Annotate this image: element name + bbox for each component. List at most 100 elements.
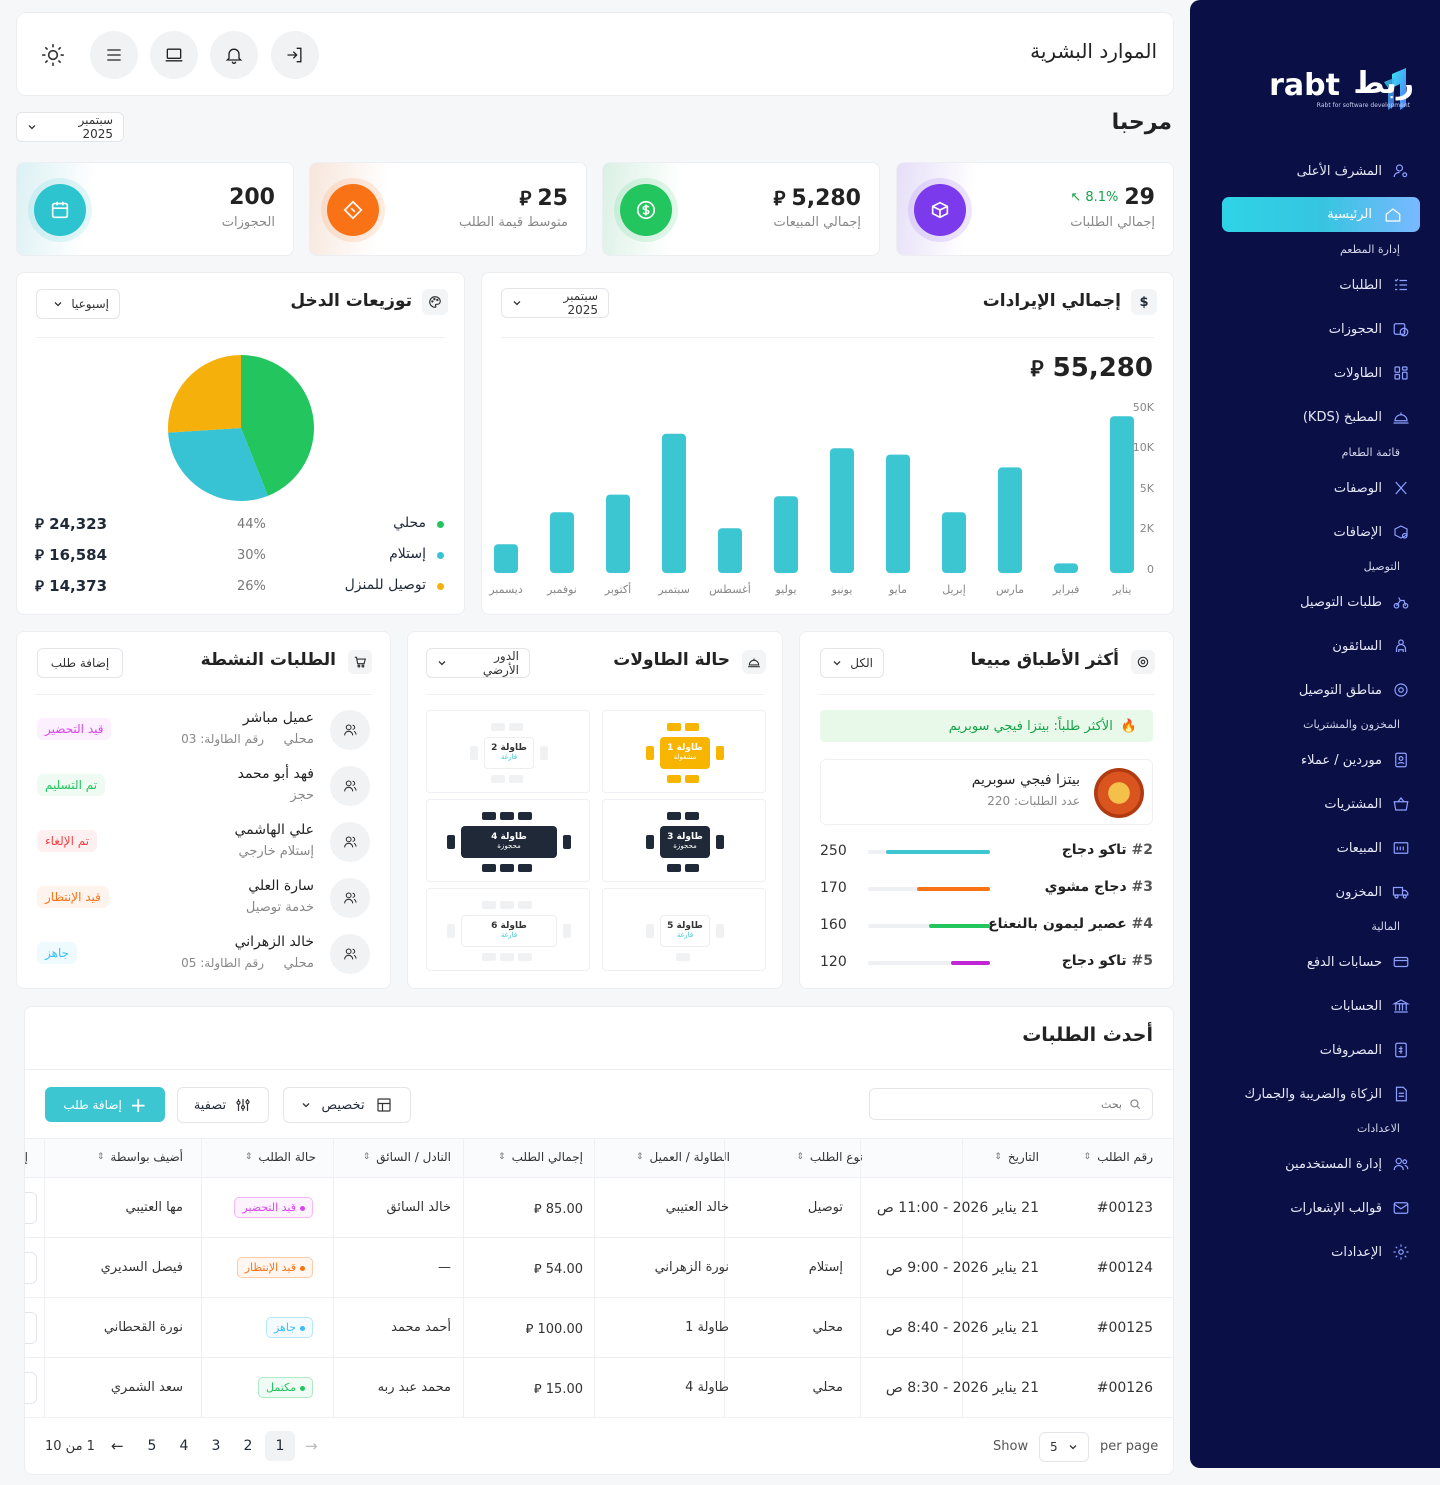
active-order-row[interactable]: خالد الزهراني محلي رقم الطاولة: 05 جاهز bbox=[17, 934, 390, 982]
next-page-arrow-icon[interactable]: → bbox=[305, 1437, 318, 1455]
page-button[interactable]: 4 bbox=[169, 1431, 199, 1461]
column-header[interactable]: النادل / السائق ⇕ bbox=[363, 1150, 451, 1164]
sidebar-item-home[interactable]: الرئيسية bbox=[1222, 197, 1420, 232]
sidebar-item[interactable]: الإعدادات bbox=[1214, 1240, 1410, 1264]
active-order-row[interactable]: علي الهاشمي إستلام خارجي تم الإلغاء bbox=[17, 822, 390, 870]
dish-title: دجاج مشوي bbox=[1044, 879, 1127, 895]
row-action-button[interactable] bbox=[25, 1372, 37, 1404]
sidebar-item-label: الطلبات bbox=[1339, 277, 1382, 293]
theme-toggle-button[interactable] bbox=[29, 31, 77, 79]
search-field[interactable] bbox=[869, 1088, 1153, 1120]
table-cell[interactable]: طاولة 2 فارغة bbox=[426, 710, 590, 793]
sidebar-item[interactable]: موردين / عملاء bbox=[1214, 748, 1410, 772]
sidebar-item[interactable]: المخزون bbox=[1214, 880, 1410, 904]
customize-button[interactable]: تخصيص bbox=[283, 1087, 411, 1123]
column-header[interactable]: التاريخ ⇕ bbox=[994, 1150, 1039, 1164]
sidebar-item[interactable]: المشرف الأعلى bbox=[1214, 159, 1410, 183]
row-action-button[interactable] bbox=[25, 1312, 37, 1344]
sidebar-item[interactable]: المصروفات bbox=[1214, 1038, 1410, 1062]
filter-button[interactable]: تصفية bbox=[177, 1087, 269, 1123]
active-order-row[interactable]: عميل مباشر محلي رقم الطاولة: 03 قيد التحضير bbox=[17, 710, 390, 758]
row-action-button[interactable] bbox=[25, 1252, 37, 1284]
active-order-row[interactable]: سارة العلي خدمة توصيل قيد الإنتظار bbox=[17, 878, 390, 926]
welcome-month-select[interactable]: سبتمبر 2025 bbox=[16, 112, 124, 142]
sidebar-item[interactable]: الطاولات bbox=[1214, 361, 1410, 385]
logo-tagline: Rabt for software development bbox=[1316, 102, 1410, 109]
order-total: ⃁ 100.00 bbox=[526, 1320, 583, 1337]
column-header[interactable]: حالة الطلب ⇕ bbox=[245, 1150, 316, 1164]
y-tick-label: 10K bbox=[1133, 441, 1155, 454]
sidebar-item[interactable]: قوالب الإشعارات bbox=[1214, 1196, 1410, 1220]
sidebar-item[interactable]: إدارة المستخدمين bbox=[1214, 1152, 1410, 1176]
sidebar-item[interactable]: الحجوزات bbox=[1214, 317, 1410, 341]
floor-select[interactable]: الدور الأرضي bbox=[426, 648, 530, 678]
logout-button[interactable] bbox=[271, 31, 319, 79]
document-icon bbox=[1392, 1085, 1410, 1103]
legend-label: توصيل للمنزل bbox=[344, 577, 426, 593]
bar bbox=[830, 448, 854, 573]
rabt-logo[interactable]: rabt ربط Rabt for software development bbox=[1244, 62, 1414, 116]
table-cell[interactable]: طاولة 5 فارغة bbox=[602, 888, 766, 971]
column-header[interactable]: الطاولة / العميل ⇕ bbox=[636, 1150, 730, 1164]
table-cell[interactable]: طاولة 4 محجوزة bbox=[426, 799, 590, 882]
page-button[interactable]: 5 bbox=[137, 1431, 167, 1461]
sidebar-item[interactable]: الوصفات bbox=[1214, 476, 1410, 500]
search-input[interactable] bbox=[902, 1097, 1122, 1111]
notifications-button[interactable] bbox=[210, 31, 258, 79]
order-total-value: 100.00 bbox=[537, 1322, 584, 1337]
add-order-button[interactable]: إضافة طلب bbox=[37, 648, 123, 678]
active-order-row[interactable]: فهد أبو محمد حجز تم التسليم bbox=[17, 766, 390, 814]
column-header[interactable]: رقم الطلب ⇕ bbox=[1084, 1150, 1153, 1164]
prev-page-arrow-icon[interactable]: ← bbox=[111, 1437, 124, 1455]
sidebar-item[interactable]: السائقون bbox=[1214, 634, 1410, 658]
order-customer-name: علي الهاشمي bbox=[234, 822, 314, 838]
chair bbox=[500, 900, 514, 909]
page-button[interactable]: 2 bbox=[233, 1431, 263, 1461]
status-badge: قيد التحضير bbox=[234, 1197, 313, 1218]
sidebar-item[interactable]: المطبخ (KDS) bbox=[1214, 405, 1410, 429]
page-button[interactable]: 1 bbox=[265, 1431, 295, 1461]
tables-status-title: حالة الطاولات bbox=[613, 650, 730, 670]
box-plus-icon bbox=[1392, 523, 1410, 541]
status-dot bbox=[300, 1325, 305, 1331]
status-label: جاهز bbox=[273, 1321, 296, 1334]
sidebar-item[interactable]: الزكاة والضريبة والجمارك bbox=[1214, 1082, 1410, 1106]
column-header[interactable]: إجمالي الطلب ⇕ bbox=[498, 1150, 583, 1164]
sidebar-item[interactable]: طلبات التوصيل bbox=[1214, 590, 1410, 614]
sidebar-item[interactable]: الحسابات bbox=[1214, 994, 1410, 1018]
sidebar-item[interactable]: المشتريات bbox=[1214, 792, 1410, 816]
table-cell[interactable]: طاولة 6 فارغة bbox=[426, 888, 590, 971]
avatar bbox=[330, 934, 370, 974]
page-button[interactable]: 3 bbox=[201, 1431, 231, 1461]
income-period-select[interactable]: إسبوعيا bbox=[36, 289, 120, 319]
column-header[interactable]: إج bbox=[25, 1150, 28, 1164]
sidebar-item[interactable]: مناطق التوصيل bbox=[1214, 678, 1410, 702]
dishes-filter-select[interactable]: الكل bbox=[820, 648, 884, 678]
order-customer: خالد العتيبي bbox=[665, 1200, 729, 1215]
add-order-primary-button[interactable]: + إضافة طلب bbox=[45, 1087, 165, 1122]
featured-dish[interactable]: بيتزا فيجي سوبريم عدد الطلبات: 220 bbox=[820, 759, 1153, 825]
status-badge: تم التسليم bbox=[37, 774, 106, 796]
table-cell[interactable]: طاولة 3 محجوزة bbox=[602, 799, 766, 882]
target-badge bbox=[1131, 650, 1155, 674]
status-dot bbox=[300, 1265, 305, 1271]
riyal-icon: ⃁ bbox=[519, 186, 532, 210]
column-header[interactable]: أضيف بواسطة ⇕ bbox=[97, 1150, 183, 1164]
order-id: #00123 bbox=[1096, 1200, 1153, 1216]
customize-label: تخصيص bbox=[321, 1097, 365, 1113]
x-tick-label: سبتمبر bbox=[657, 583, 690, 596]
menu-button[interactable] bbox=[90, 31, 138, 79]
table-cell[interactable]: طاولة 1 مشغولة bbox=[602, 710, 766, 793]
per-page-select[interactable]: 5 bbox=[1039, 1432, 1089, 1462]
column-header[interactable]: نوع الطلب ⇕ bbox=[796, 1150, 863, 1164]
active-orders-title: الطلبات النشطة bbox=[200, 650, 336, 670]
sidebar-item[interactable]: الطلبات bbox=[1214, 273, 1410, 297]
sidebar-item[interactable]: المبيعات bbox=[1214, 836, 1410, 860]
sidebar-item[interactable]: الإضافات bbox=[1214, 520, 1410, 544]
chair bbox=[667, 863, 681, 872]
stat-card: ⃁ 5,280 إجمالي المبيعات bbox=[602, 162, 880, 256]
row-action-button[interactable] bbox=[25, 1192, 37, 1224]
sidebar-item[interactable]: حسابات الدفع bbox=[1214, 950, 1410, 974]
screen-button[interactable] bbox=[150, 31, 198, 79]
sidebar-section-label: المالية bbox=[1371, 920, 1400, 933]
